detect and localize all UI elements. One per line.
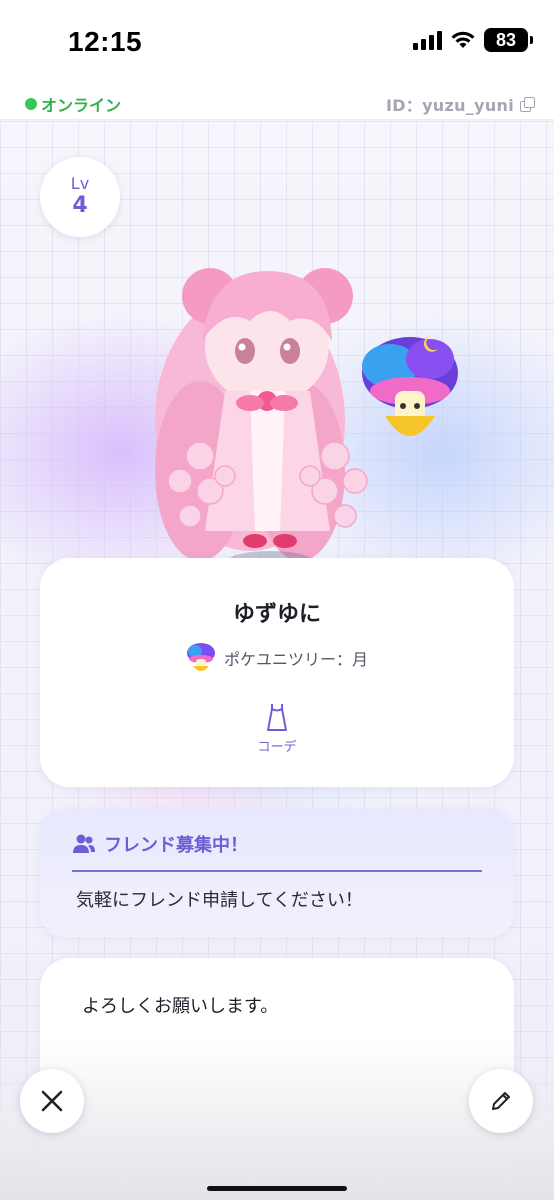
friend-recruit-card: フレンド募集中！ 気軽にフレンド申請してください！ (40, 809, 514, 937)
friend-recruit-divider (72, 870, 482, 872)
pokeuni-tree: ポケユニツリー：月 (40, 642, 514, 674)
cellular-signal-icon (413, 30, 442, 50)
battery-level: 83 (495, 29, 517, 50)
pencil-icon (492, 1092, 510, 1110)
friend-recruit-title: フレンド募集中！ (104, 835, 248, 856)
profile-message: よろしくお願いします。 (82, 996, 279, 1017)
friend-recruit-header: フレンド募集中！ (72, 831, 248, 857)
user-id[interactable]: ID：yuzu_yuni (385, 92, 535, 116)
level-badge: Lv 4 (40, 157, 120, 237)
friend-recruit-message: 気軽にフレンド申請してください！ (76, 890, 363, 911)
coordinate-button[interactable]: コーデ (40, 702, 514, 755)
online-bar: オンライン ID：yuzu_yuni (0, 84, 554, 120)
status-icons: 83 (413, 28, 533, 52)
online-dot-icon (25, 98, 37, 110)
edit-button[interactable] (469, 1069, 533, 1133)
status-time: 12:15 (68, 26, 143, 57)
bottom-fade (0, 1040, 554, 1200)
profile-card: ゆずゆに ポケユニツリー：月 コーデ (40, 558, 514, 787)
close-icon (41, 1090, 63, 1112)
profile-stage: Lv 4 ゆずゆに ポケユニツリー：月 コーデ フレンド募集中！ 気軽にフレンド… (0, 121, 554, 1200)
people-icon (73, 834, 95, 853)
user-id-label: ID：yuzu_yuni (385, 96, 514, 115)
online-status: オンライン (25, 92, 121, 116)
status-bar: 12:15 83 (0, 0, 554, 84)
home-indicator (207, 1186, 347, 1191)
online-status-label: オンライン (41, 96, 122, 115)
close-button[interactable] (20, 1069, 84, 1133)
wifi-icon (451, 31, 475, 48)
dress-icon (267, 704, 287, 731)
level-label: Lv (70, 174, 90, 193)
battery-icon: 83 (484, 28, 533, 52)
player-name: ゆずゆに (232, 602, 321, 627)
mushroom-tree-icon (186, 643, 215, 671)
coordinate-label: コーデ (257, 740, 297, 755)
copy-icon[interactable] (520, 97, 535, 112)
pokeuni-tree-label: ポケユニツリー：月 (223, 650, 368, 669)
level-value: 4 (72, 193, 88, 218)
